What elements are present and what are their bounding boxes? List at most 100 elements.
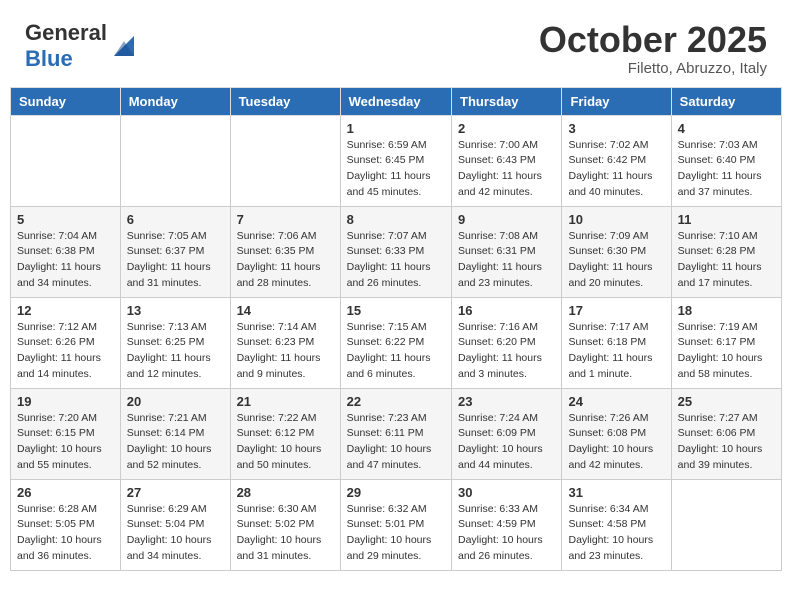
calendar-cell: 17 Sunrise: 7:17 AM Sunset: 6:18 PM Dayli… xyxy=(562,297,671,388)
day-info: Sunrise: 7:07 AM Sunset: 6:33 PM Dayligh… xyxy=(347,229,445,292)
day-info: Sunrise: 7:10 AM Sunset: 6:28 PM Dayligh… xyxy=(678,229,775,292)
calendar-cell: 23 Sunrise: 7:24 AM Sunset: 6:09 PM Dayli… xyxy=(452,388,562,479)
day-info: Sunrise: 6:34 AM Sunset: 4:58 PM Dayligh… xyxy=(568,502,664,565)
day-number: 20 xyxy=(127,394,224,409)
calendar-cell xyxy=(671,479,781,570)
day-info: Sunrise: 7:21 AM Sunset: 6:14 PM Dayligh… xyxy=(127,411,224,474)
day-number: 4 xyxy=(678,121,775,136)
calendar-week-row: 19 Sunrise: 7:20 AM Sunset: 6:15 PM Dayli… xyxy=(11,388,782,479)
col-header-sunday: Sunday xyxy=(11,87,121,115)
calendar-cell: 3 Sunrise: 7:02 AM Sunset: 6:42 PM Daylig… xyxy=(562,115,671,206)
day-number: 26 xyxy=(17,485,114,500)
day-number: 8 xyxy=(347,212,445,227)
day-info: Sunrise: 7:08 AM Sunset: 6:31 PM Dayligh… xyxy=(458,229,555,292)
day-info: Sunrise: 7:06 AM Sunset: 6:35 PM Dayligh… xyxy=(237,229,334,292)
day-info: Sunrise: 7:26 AM Sunset: 6:08 PM Dayligh… xyxy=(568,411,664,474)
day-number: 7 xyxy=(237,212,334,227)
calendar-cell: 8 Sunrise: 7:07 AM Sunset: 6:33 PM Daylig… xyxy=(340,206,451,297)
month-title: October 2025 xyxy=(539,20,767,60)
day-number: 24 xyxy=(568,394,664,409)
day-number: 28 xyxy=(237,485,334,500)
day-number: 18 xyxy=(678,303,775,318)
day-info: Sunrise: 7:27 AM Sunset: 6:06 PM Dayligh… xyxy=(678,411,775,474)
day-number: 21 xyxy=(237,394,334,409)
location-subtitle: Filetto, Abruzzo, Italy xyxy=(539,60,767,77)
day-info: Sunrise: 7:14 AM Sunset: 6:23 PM Dayligh… xyxy=(237,320,334,383)
day-info: Sunrise: 6:59 AM Sunset: 6:45 PM Dayligh… xyxy=(347,138,445,201)
calendar-cell: 9 Sunrise: 7:08 AM Sunset: 6:31 PM Daylig… xyxy=(452,206,562,297)
logo-general: General xyxy=(25,20,107,45)
calendar-cell: 6Sunrise: 7:05 AM Sunset: 6:37 PM Daylig… xyxy=(120,206,230,297)
day-number: 13 xyxy=(127,303,224,318)
calendar-cell: 29 Sunrise: 6:32 AM Sunset: 5:01 PM Dayli… xyxy=(340,479,451,570)
day-number: 9 xyxy=(458,212,555,227)
day-number: 15 xyxy=(347,303,445,318)
col-header-saturday: Saturday xyxy=(671,87,781,115)
calendar-cell: 30Sunrise: 6:33 AM Sunset: 4:59 PM Dayli… xyxy=(452,479,562,570)
calendar-cell: 7 Sunrise: 7:06 AM Sunset: 6:35 PM Daylig… xyxy=(230,206,340,297)
calendar-week-row: 12Sunrise: 7:12 AM Sunset: 6:26 PM Dayli… xyxy=(11,297,782,388)
logo-text: General Blue xyxy=(25,20,107,72)
day-number: 19 xyxy=(17,394,114,409)
day-number: 5 xyxy=(17,212,114,227)
day-info: Sunrise: 7:24 AM Sunset: 6:09 PM Dayligh… xyxy=(458,411,555,474)
calendar-cell: 14 Sunrise: 7:14 AM Sunset: 6:23 PM Dayli… xyxy=(230,297,340,388)
day-number: 1 xyxy=(347,121,445,136)
calendar-cell: 16Sunrise: 7:16 AM Sunset: 6:20 PM Dayli… xyxy=(452,297,562,388)
day-info: Sunrise: 7:23 AM Sunset: 6:11 PM Dayligh… xyxy=(347,411,445,474)
col-header-wednesday: Wednesday xyxy=(340,87,451,115)
calendar-cell: 10Sunrise: 7:09 AM Sunset: 6:30 PM Dayli… xyxy=(562,206,671,297)
calendar-cell: 24 Sunrise: 7:26 AM Sunset: 6:08 PM Dayli… xyxy=(562,388,671,479)
day-number: 23 xyxy=(458,394,555,409)
day-number: 12 xyxy=(17,303,114,318)
calendar-cell: 25Sunrise: 7:27 AM Sunset: 6:06 PM Dayli… xyxy=(671,388,781,479)
calendar-header-row: SundayMondayTuesdayWednesdayThursdayFrid… xyxy=(11,87,782,115)
day-info: Sunrise: 7:15 AM Sunset: 6:22 PM Dayligh… xyxy=(347,320,445,383)
calendar-week-row: 26Sunrise: 6:28 AM Sunset: 5:05 PM Dayli… xyxy=(11,479,782,570)
calendar-cell: 20 Sunrise: 7:21 AM Sunset: 6:14 PM Dayli… xyxy=(120,388,230,479)
calendar-cell: 27Sunrise: 6:29 AM Sunset: 5:04 PM Dayli… xyxy=(120,479,230,570)
day-number: 14 xyxy=(237,303,334,318)
day-info: Sunrise: 7:17 AM Sunset: 6:18 PM Dayligh… xyxy=(568,320,664,383)
day-number: 29 xyxy=(347,485,445,500)
calendar-cell xyxy=(120,115,230,206)
calendar-cell xyxy=(11,115,121,206)
day-info: Sunrise: 6:33 AM Sunset: 4:59 PM Dayligh… xyxy=(458,502,555,565)
day-number: 27 xyxy=(127,485,224,500)
day-number: 2 xyxy=(458,121,555,136)
day-number: 11 xyxy=(678,212,775,227)
day-info: Sunrise: 6:30 AM Sunset: 5:02 PM Dayligh… xyxy=(237,502,334,565)
calendar-week-row: 5 Sunrise: 7:04 AM Sunset: 6:38 PM Daylig… xyxy=(11,206,782,297)
calendar-cell: 31 Sunrise: 6:34 AM Sunset: 4:58 PM Dayli… xyxy=(562,479,671,570)
calendar-table: SundayMondayTuesdayWednesdayThursdayFrid… xyxy=(10,87,782,571)
calendar-cell: 18 Sunrise: 7:19 AM Sunset: 6:17 PM Dayli… xyxy=(671,297,781,388)
logo-blue: Blue xyxy=(25,46,73,71)
day-number: 31 xyxy=(568,485,664,500)
calendar-cell: 11 Sunrise: 7:10 AM Sunset: 6:28 PM Dayli… xyxy=(671,206,781,297)
day-info: Sunrise: 7:02 AM Sunset: 6:42 PM Dayligh… xyxy=(568,138,664,201)
day-info: Sunrise: 7:04 AM Sunset: 6:38 PM Dayligh… xyxy=(17,229,114,292)
day-info: Sunrise: 7:20 AM Sunset: 6:15 PM Dayligh… xyxy=(17,411,114,474)
day-info: Sunrise: 7:13 AM Sunset: 6:25 PM Dayligh… xyxy=(127,320,224,383)
calendar-cell: 22 Sunrise: 7:23 AM Sunset: 6:11 PM Dayli… xyxy=(340,388,451,479)
calendar-cell: 5 Sunrise: 7:04 AM Sunset: 6:38 PM Daylig… xyxy=(11,206,121,297)
day-info: Sunrise: 7:00 AM Sunset: 6:43 PM Dayligh… xyxy=(458,138,555,201)
calendar-cell: 13 Sunrise: 7:13 AM Sunset: 6:25 PM Dayli… xyxy=(120,297,230,388)
day-info: Sunrise: 7:22 AM Sunset: 6:12 PM Dayligh… xyxy=(237,411,334,474)
calendar-cell: 4Sunrise: 7:03 AM Sunset: 6:40 PM Daylig… xyxy=(671,115,781,206)
calendar-cell: 1 Sunrise: 6:59 AM Sunset: 6:45 PM Daylig… xyxy=(340,115,451,206)
day-info: Sunrise: 6:32 AM Sunset: 5:01 PM Dayligh… xyxy=(347,502,445,565)
day-number: 17 xyxy=(568,303,664,318)
calendar-cell: 19 Sunrise: 7:20 AM Sunset: 6:15 PM Dayli… xyxy=(11,388,121,479)
calendar-cell: 2 Sunrise: 7:00 AM Sunset: 6:43 PM Daylig… xyxy=(452,115,562,206)
day-info: Sunrise: 7:19 AM Sunset: 6:17 PM Dayligh… xyxy=(678,320,775,383)
day-info: Sunrise: 7:09 AM Sunset: 6:30 PM Dayligh… xyxy=(568,229,664,292)
day-number: 6 xyxy=(127,212,224,227)
calendar-cell: 26Sunrise: 6:28 AM Sunset: 5:05 PM Dayli… xyxy=(11,479,121,570)
title-block: October 2025 Filetto, Abruzzo, Italy xyxy=(539,20,767,77)
calendar-cell: 28 Sunrise: 6:30 AM Sunset: 5:02 PM Dayli… xyxy=(230,479,340,570)
calendar-cell: 21 Sunrise: 7:22 AM Sunset: 6:12 PM Dayli… xyxy=(230,388,340,479)
col-header-friday: Friday xyxy=(562,87,671,115)
day-number: 22 xyxy=(347,394,445,409)
day-number: 3 xyxy=(568,121,664,136)
